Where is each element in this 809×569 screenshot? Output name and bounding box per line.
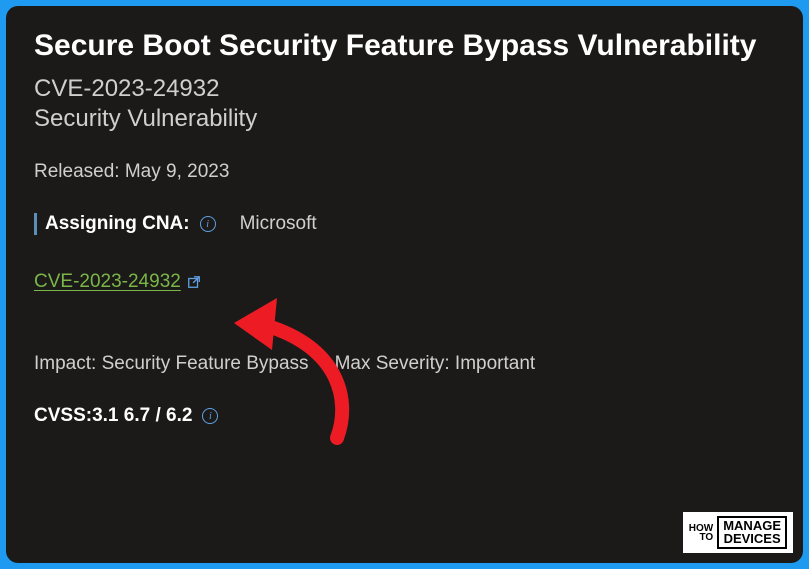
logo-howto: HOW TO — [689, 524, 713, 542]
logo-manage-devices: MANAGE DEVICES — [717, 516, 787, 549]
cna-value: Microsoft — [240, 213, 317, 235]
info-icon[interactable]: i — [200, 216, 216, 232]
severity-label: Max Severity: Important — [335, 353, 536, 375]
vulnerability-panel: Secure Boot Security Feature Bypass Vuln… — [6, 6, 803, 563]
released-date: Released: May 9, 2023 — [34, 161, 775, 183]
watermark-logo: HOW TO MANAGE DEVICES — [683, 512, 793, 553]
info-icon[interactable]: i — [202, 408, 218, 424]
cve-link-row: CVE-2023-24932 — [34, 271, 775, 293]
impact-label: Impact: Security Feature Bypass — [34, 353, 309, 375]
vulnerability-type: Security Vulnerability — [34, 105, 775, 133]
cvss-label: CVSS:3.1 6.7 / 6.2 — [34, 405, 192, 427]
assigning-cna-row: Assigning CNA: i Microsoft — [34, 213, 775, 235]
cna-label: Assigning CNA: — [45, 213, 190, 235]
impact-severity-row: Impact: Security Feature Bypass Max Seve… — [34, 353, 775, 375]
cve-link[interactable]: CVE-2023-24932 — [34, 271, 181, 293]
page-title: Secure Boot Security Feature Bypass Vuln… — [34, 26, 775, 65]
cvss-row: CVSS:3.1 6.7 / 6.2 i — [34, 405, 775, 427]
external-link-icon — [187, 275, 201, 289]
cve-id: CVE-2023-24932 — [34, 75, 775, 103]
